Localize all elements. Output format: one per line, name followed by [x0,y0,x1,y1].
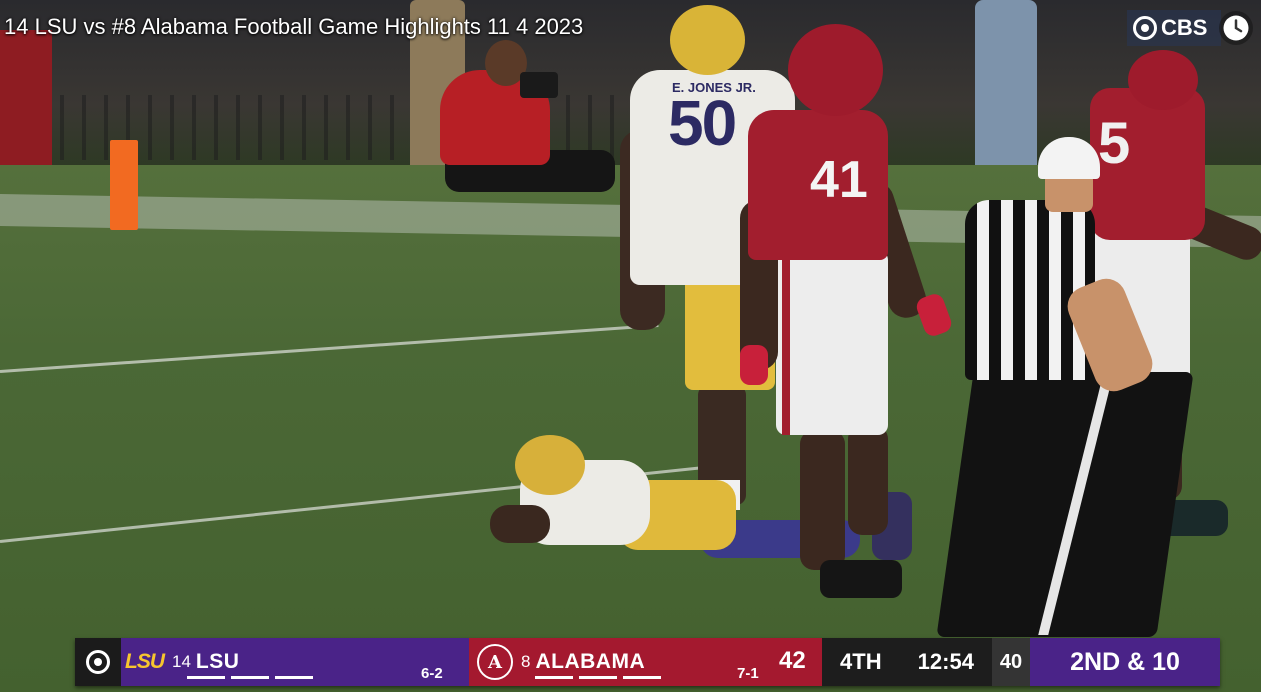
video-frame[interactable]: 5 E. JONES JR. 50 41 [0,0,1261,692]
stadium-wall [0,30,52,165]
down-and-distance: 2ND & 10 [1030,638,1220,686]
end-zone-pylon [110,140,138,230]
away-team-name: LSU [195,650,240,673]
alabama-helmet [788,24,883,116]
home-timeouts [535,676,661,679]
home-record: 7-1 [737,665,759,682]
timeout-indicator [579,676,617,679]
timeout-indicator [535,676,573,679]
game-clock-panel: 4TH 12:54 [822,638,992,686]
lsu-helmet [670,5,745,75]
timeout-indicator [231,676,269,679]
cbs-eye-icon [86,650,110,674]
alabama-helmet [1128,50,1198,110]
player-leg [800,430,845,570]
watch-later-button[interactable] [1219,11,1253,45]
home-team-panel: A 8 ALABAMA 7-1 42 [469,638,822,686]
away-team-panel: LSU 14 LSU 6-2 28 [121,638,498,686]
away-rank: 14 [172,652,191,671]
lsu-logo: LSU [125,650,165,673]
player-glove [740,345,768,385]
jersey-number: 50 [668,87,737,159]
timeout-indicator [187,676,225,679]
cbs-eye-icon [1133,16,1157,40]
player-leg [848,425,888,535]
home-rank: 8 [521,652,531,671]
away-record: 6-2 [421,665,443,682]
referee-pants [936,372,1194,637]
camera [520,72,558,98]
background-spectator [975,0,1037,190]
jersey-number: 5 [1098,111,1131,176]
player-arm [490,505,550,543]
play-clock: 40 [992,638,1030,686]
timeout-indicator [623,676,661,679]
away-timeouts [187,676,313,679]
clock-icon [1223,15,1249,41]
video-title[interactable]: 14 LSU vs #8 Alabama Football Game Highl… [0,12,587,42]
home-score: 42 [779,647,806,674]
pants-stripe [782,255,790,435]
network-watermark: CBS [1127,10,1221,46]
home-team-name: ALABAMA [535,650,646,673]
alabama-logo: A [477,644,513,680]
lsu-helmet [515,435,585,495]
game-clock: 12:54 [917,649,974,674]
network-name: CBS [1161,15,1208,40]
alabama-player-pants [776,250,888,435]
scorebug: LSU 14 LSU 6-2 28 A 8 ALABAMA 7-1 42 4TH… [75,638,1220,686]
timeout-indicator [275,676,313,679]
jersey-number: 41 [810,151,868,209]
player-cleat [820,560,902,598]
quarter: 4TH [840,649,882,674]
scorebug-network [75,638,121,686]
